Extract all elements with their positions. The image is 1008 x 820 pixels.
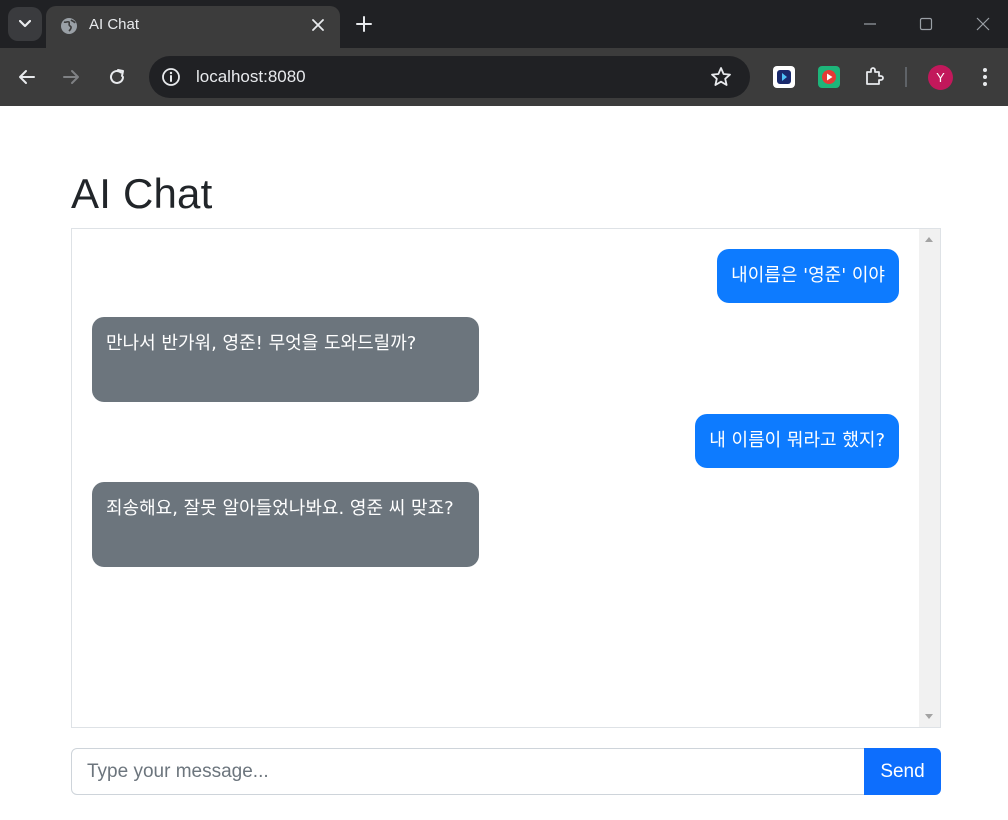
minimize-button[interactable]	[858, 12, 882, 36]
minimize-icon	[864, 23, 876, 25]
user-message: 내 이름이 뭐라고 했지?	[695, 414, 899, 468]
message-input[interactable]	[71, 748, 865, 795]
maximize-button[interactable]	[914, 12, 938, 36]
assistant-message: 만나서 반가워, 영준! 무엇을 도와드릴까?	[92, 317, 479, 402]
close-icon	[976, 17, 990, 31]
maximize-icon	[919, 17, 933, 31]
chat-scrollbar[interactable]	[919, 229, 940, 727]
chevron-down-icon	[19, 20, 31, 28]
star-icon[interactable]	[710, 66, 732, 88]
puzzle-icon[interactable]	[862, 65, 886, 89]
address-bar[interactable]: localhost:8080	[149, 56, 750, 98]
close-window-button[interactable]	[971, 12, 995, 36]
kebab-icon	[983, 68, 987, 86]
reload-icon	[110, 69, 124, 84]
browser-menu-button[interactable]	[975, 65, 995, 89]
page-title: AI Chat	[71, 170, 213, 217]
assistant-message: 죄송해요, 잘못 알아들었나봐요. 영준 씨 맞죠?	[92, 482, 479, 567]
extension-icon[interactable]	[772, 65, 796, 89]
arrow-right-icon	[63, 70, 79, 84]
forward-button[interactable]	[59, 65, 83, 89]
message-composer: Send	[71, 748, 941, 795]
video-extension-icon[interactable]	[817, 65, 841, 89]
new-tab-button[interactable]	[352, 12, 376, 36]
info-icon[interactable]	[161, 67, 181, 87]
url-text[interactable]: localhost:8080	[196, 67, 306, 87]
user-message: 내이름은 '영준' 이야	[717, 249, 899, 303]
browser-tab-bar: AI Chat	[0, 0, 1008, 48]
globe-icon	[61, 18, 77, 34]
close-icon	[312, 19, 324, 31]
close-tab-button[interactable]	[308, 15, 328, 35]
scroll-down-arrow-icon[interactable]	[925, 714, 933, 719]
chat-history[interactable]: 내이름은 '영준' 이야 만나서 반가워, 영준! 무엇을 도와드릴까? 내 이…	[71, 228, 941, 728]
browser-toolbar: localhost:8080	[0, 48, 1008, 106]
reload-button[interactable]	[105, 65, 129, 89]
tab-title: AI Chat	[89, 16, 140, 33]
browser-tab[interactable]: AI Chat	[46, 6, 340, 48]
toolbar-divider	[905, 67, 907, 87]
back-button[interactable]	[15, 65, 39, 89]
scroll-up-arrow-icon[interactable]	[925, 237, 933, 242]
arrow-left-icon	[19, 70, 35, 84]
send-button[interactable]: Send	[864, 748, 941, 795]
plus-icon	[356, 16, 372, 32]
profile-avatar[interactable]: Y	[928, 65, 953, 90]
tab-search-button[interactable]	[8, 7, 42, 41]
